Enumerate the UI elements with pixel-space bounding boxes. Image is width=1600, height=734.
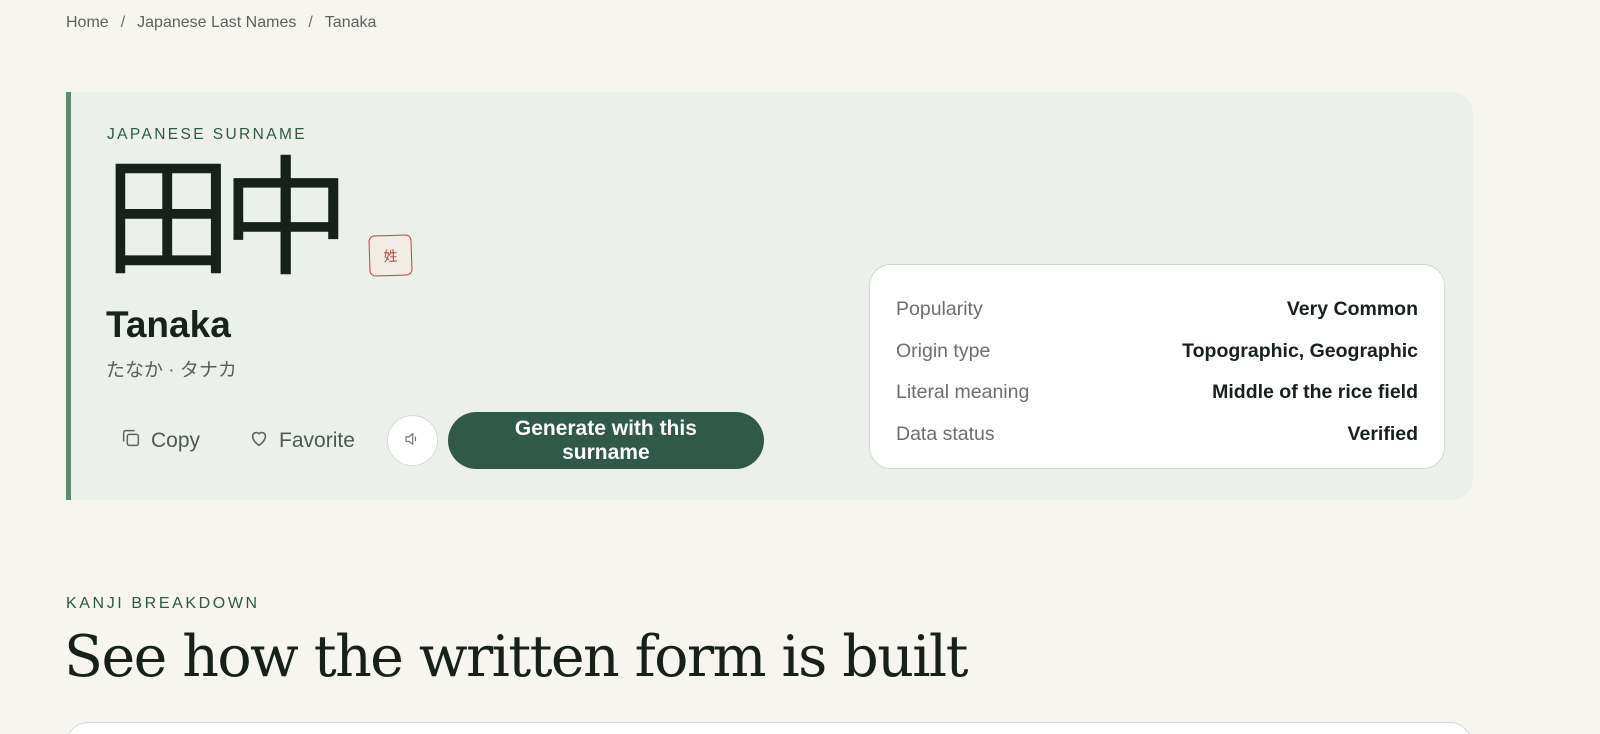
copy-icon <box>120 427 142 455</box>
surname-seal-stamp: 姓 <box>368 234 413 277</box>
kanji-char-1: 田 <box>103 143 233 295</box>
surname-info-card: Popularity Very Common Origin type Topog… <box>869 264 1445 469</box>
surname-kana: たなか · タナカ <box>106 360 237 381</box>
breadcrumb-current: Tanaka <box>324 14 377 31</box>
favorite-button[interactable]: Favorite <box>234 417 369 465</box>
info-row-literal-meaning: Literal meaning Middle of the rice field <box>896 372 1418 414</box>
speaker-icon <box>403 430 421 451</box>
breadcrumb-separator: / <box>308 14 313 31</box>
section-eyebrow: KANJI BREAKDOWN <box>66 595 260 612</box>
surname-hero: JAPANESE SURNAME 田 中 姓 Tanaka たなか · タナカ … <box>66 92 1473 500</box>
pronunciation-button[interactable] <box>386 415 438 466</box>
copy-button[interactable]: Copy <box>106 417 214 465</box>
info-value: Middle of the rice field <box>1212 381 1418 404</box>
info-row-popularity: Popularity Very Common <box>896 289 1418 331</box>
info-value: Topographic, Geographic <box>1182 339 1418 362</box>
copy-label: Copy <box>151 428 201 452</box>
info-label: Popularity <box>896 298 983 321</box>
info-value: Verified <box>1347 422 1418 445</box>
info-value: Very Common <box>1286 298 1418 321</box>
heart-icon <box>248 427 270 455</box>
breadcrumb-separator: / <box>120 14 126 31</box>
breadcrumb: Home / Japanese Last Names / Tanaka <box>66 14 376 32</box>
favorite-label: Favorite <box>279 428 355 452</box>
surname-kanji: 田 中 <box>103 143 351 295</box>
info-label: Origin type <box>896 339 991 362</box>
info-row-data-status: Data status Verified <box>896 414 1418 456</box>
info-label: Data status <box>896 422 995 445</box>
generate-with-surname-button[interactable]: Generate with this surname <box>447 412 764 469</box>
hero-actions: Copy Favorite Generate with this surname <box>106 412 764 469</box>
breadcrumb-japanese-last-names[interactable]: Japanese Last Names <box>137 14 296 32</box>
section-title: See how the written form is built <box>64 624 968 690</box>
kanji-breakdown-card <box>66 722 1472 734</box>
info-row-origin-type: Origin type Topographic, Geographic <box>896 331 1418 373</box>
breadcrumb-home[interactable]: Home <box>66 14 109 32</box>
surname-romaji: Tanaka <box>106 304 231 345</box>
info-label: Literal meaning <box>896 381 1030 404</box>
hero-eyebrow: JAPANESE SURNAME <box>107 126 308 143</box>
kanji-char-2: 中 <box>221 143 351 295</box>
